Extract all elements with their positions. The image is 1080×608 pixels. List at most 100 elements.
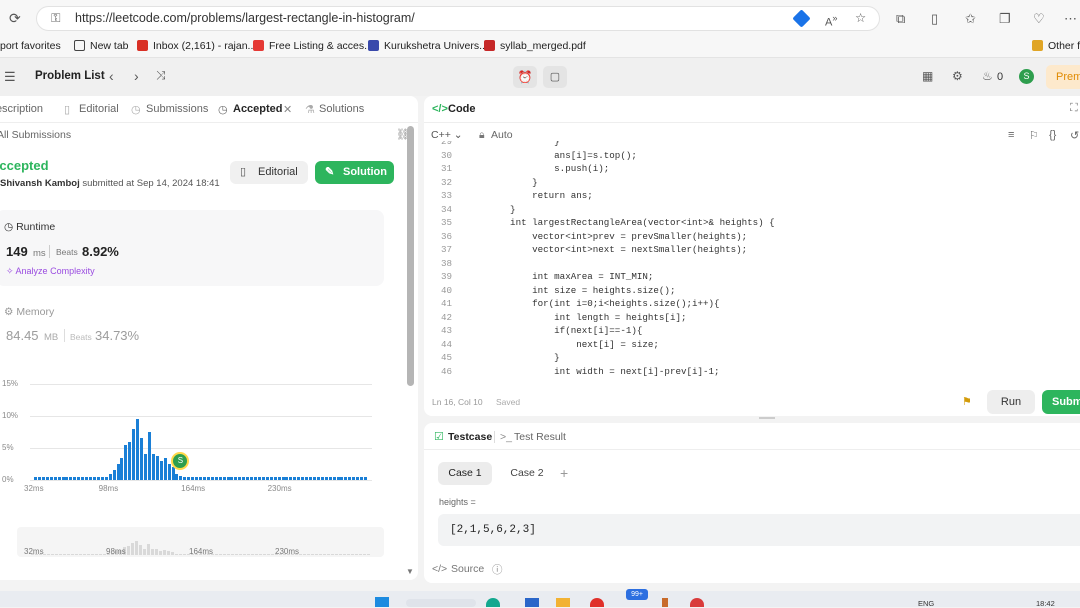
- histogram-bar[interactable]: [187, 476, 191, 480]
- histogram-bar[interactable]: [199, 476, 203, 480]
- histogram-bar[interactable]: [120, 457, 124, 480]
- histogram-bar[interactable]: [364, 476, 368, 480]
- tab-testcase[interactable]: Testcase: [448, 431, 492, 443]
- histogram-bar[interactable]: [73, 476, 77, 480]
- histogram-bar[interactable]: [206, 476, 210, 480]
- run-button[interactable]: Run: [987, 390, 1035, 414]
- bookmark-other-favorites[interactable]: Other fa: [1032, 40, 1080, 52]
- tab-editorial[interactable]: Editorial: [79, 103, 119, 115]
- runtime-distribution-chart[interactable]: 15% 10% 5% 0% 32ms 98ms 164ms 230ms S: [0, 376, 390, 526]
- histogram-bar[interactable]: [77, 476, 81, 480]
- histogram-bar[interactable]: [265, 476, 269, 480]
- bookmark-gmail[interactable]: Inbox (2,161) - rajan...: [137, 40, 256, 52]
- editorial-button[interactable]: ▯ Editorial: [230, 161, 308, 184]
- histogram-bar[interactable]: [301, 476, 305, 480]
- username[interactable]: Shivansh Kamboj: [0, 178, 80, 189]
- heights-input[interactable]: [2,1,5,6,2,3]: [438, 514, 1080, 546]
- histogram-bar[interactable]: [116, 464, 120, 480]
- case-2-tab[interactable]: Case 2: [500, 462, 554, 485]
- streak-flame-icon[interactable]: ♨: [982, 70, 993, 82]
- premium-button[interactable]: Prem: [1046, 65, 1080, 89]
- histogram-bar[interactable]: [195, 476, 199, 480]
- histogram-bar[interactable]: [57, 476, 61, 480]
- histogram-bar[interactable]: [293, 476, 297, 480]
- file-explorer-icon[interactable]: [556, 598, 570, 607]
- bookmark-syllabus[interactable]: syllab_merged.pdf: [484, 40, 586, 52]
- shuffle-icon[interactable]: ⤨: [156, 69, 166, 81]
- solution-button[interactable]: ✎ Solution: [315, 161, 394, 184]
- histogram-bar[interactable]: [234, 476, 238, 480]
- histogram-bar[interactable]: [356, 476, 360, 480]
- histogram-bar[interactable]: [340, 476, 344, 480]
- search-box[interactable]: [406, 599, 476, 607]
- histogram-bar[interactable]: [53, 476, 57, 480]
- histogram-bar[interactable]: [92, 476, 96, 480]
- scroll-down-icon[interactable]: ▼: [406, 567, 414, 576]
- histogram-bar[interactable]: [163, 457, 167, 480]
- histogram-bar[interactable]: [289, 476, 293, 480]
- bookmark-new-tab[interactable]: New tab: [74, 40, 129, 52]
- histogram-bar[interactable]: [41, 476, 45, 480]
- histogram-bar[interactable]: [226, 476, 230, 480]
- collections-icon[interactable]: ❐: [999, 12, 1011, 25]
- layout-icon[interactable]: ▦: [922, 70, 933, 82]
- extensions-icon[interactable]: ⧉: [896, 12, 905, 25]
- histogram-bar[interactable]: [242, 476, 246, 480]
- submit-button[interactable]: Subm: [1042, 390, 1080, 414]
- histogram-bar[interactable]: [69, 476, 73, 480]
- browser-essentials-icon[interactable]: ♡: [1033, 12, 1045, 25]
- histogram-bar[interactable]: [352, 476, 356, 480]
- histogram-bar[interactable]: [360, 476, 364, 480]
- next-problem-icon[interactable]: ›: [134, 69, 139, 83]
- problem-list-link[interactable]: Problem List: [35, 70, 105, 82]
- histogram-bar[interactable]: [45, 476, 49, 480]
- histogram-bar[interactable]: [297, 476, 301, 480]
- histogram-bar[interactable]: [132, 428, 136, 480]
- panel-resize-handle[interactable]: [759, 417, 775, 419]
- histogram-bar[interactable]: [89, 476, 92, 480]
- runtime-range-overview[interactable]: 32ms 98ms 164ms 230ms: [17, 527, 384, 557]
- histogram-bar[interactable]: [214, 476, 218, 480]
- histogram-bar[interactable]: [100, 476, 104, 480]
- maximize-icon[interactable]: ⛶: [1070, 102, 1078, 115]
- histogram-bar[interactable]: [324, 476, 328, 480]
- histogram-bar[interactable]: [320, 476, 324, 480]
- add-case-icon[interactable]: +: [560, 465, 568, 481]
- tab-solutions[interactable]: Solutions: [319, 103, 364, 115]
- histogram-bar[interactable]: [108, 473, 112, 480]
- histogram-bar[interactable]: [273, 476, 277, 480]
- mode-label[interactable]: Auto: [491, 129, 513, 141]
- histogram-bar[interactable]: [246, 476, 250, 480]
- histogram-bar[interactable]: [34, 476, 37, 480]
- favorite-star-icon[interactable]: ☆: [855, 7, 866, 30]
- extension-diamond-icon[interactable]: [792, 9, 811, 28]
- more-icon[interactable]: ⋯: [1064, 12, 1077, 25]
- vscode-icon[interactable]: [525, 598, 539, 607]
- code-area[interactable]: 29 } 30 ans[i]=s.top(); 31 s.push(i); 32 } 3…: [424, 141, 1074, 381]
- histogram-bar[interactable]: [167, 464, 171, 480]
- analyze-complexity-link[interactable]: ✧ Analyze Complexity: [6, 266, 95, 277]
- histogram-bar[interactable]: [191, 476, 195, 480]
- histogram-bar[interactable]: [175, 473, 179, 480]
- close-tab-icon[interactable]: ✕: [283, 103, 292, 116]
- refresh-icon[interactable]: ⟳: [9, 11, 21, 25]
- language-select[interactable]: C++ ⌄: [431, 129, 463, 141]
- app-icon-2[interactable]: [662, 598, 668, 607]
- histogram-bar[interactable]: [81, 476, 85, 480]
- histogram-bar[interactable]: [65, 476, 69, 480]
- histogram-bar[interactable]: [218, 476, 222, 480]
- chrome-icon[interactable]: [590, 598, 604, 607]
- case-1-tab[interactable]: Case 1: [438, 462, 492, 485]
- scrollbar-thumb[interactable]: [407, 126, 414, 386]
- histogram-bar[interactable]: [332, 476, 336, 480]
- app-icon-3[interactable]: [690, 598, 704, 607]
- histogram-bar[interactable]: [312, 476, 316, 480]
- histogram-bar[interactable]: [344, 476, 348, 480]
- favorites-icon[interactable]: ✩: [965, 12, 976, 25]
- histogram-bar[interactable]: [257, 476, 261, 480]
- histogram-bar[interactable]: [202, 476, 206, 480]
- histogram-bar[interactable]: [183, 476, 187, 480]
- tab-submissions[interactable]: Submissions: [146, 103, 208, 115]
- settings-gear-icon[interactable]: ⚙: [952, 70, 963, 82]
- histogram-bar[interactable]: [112, 470, 116, 480]
